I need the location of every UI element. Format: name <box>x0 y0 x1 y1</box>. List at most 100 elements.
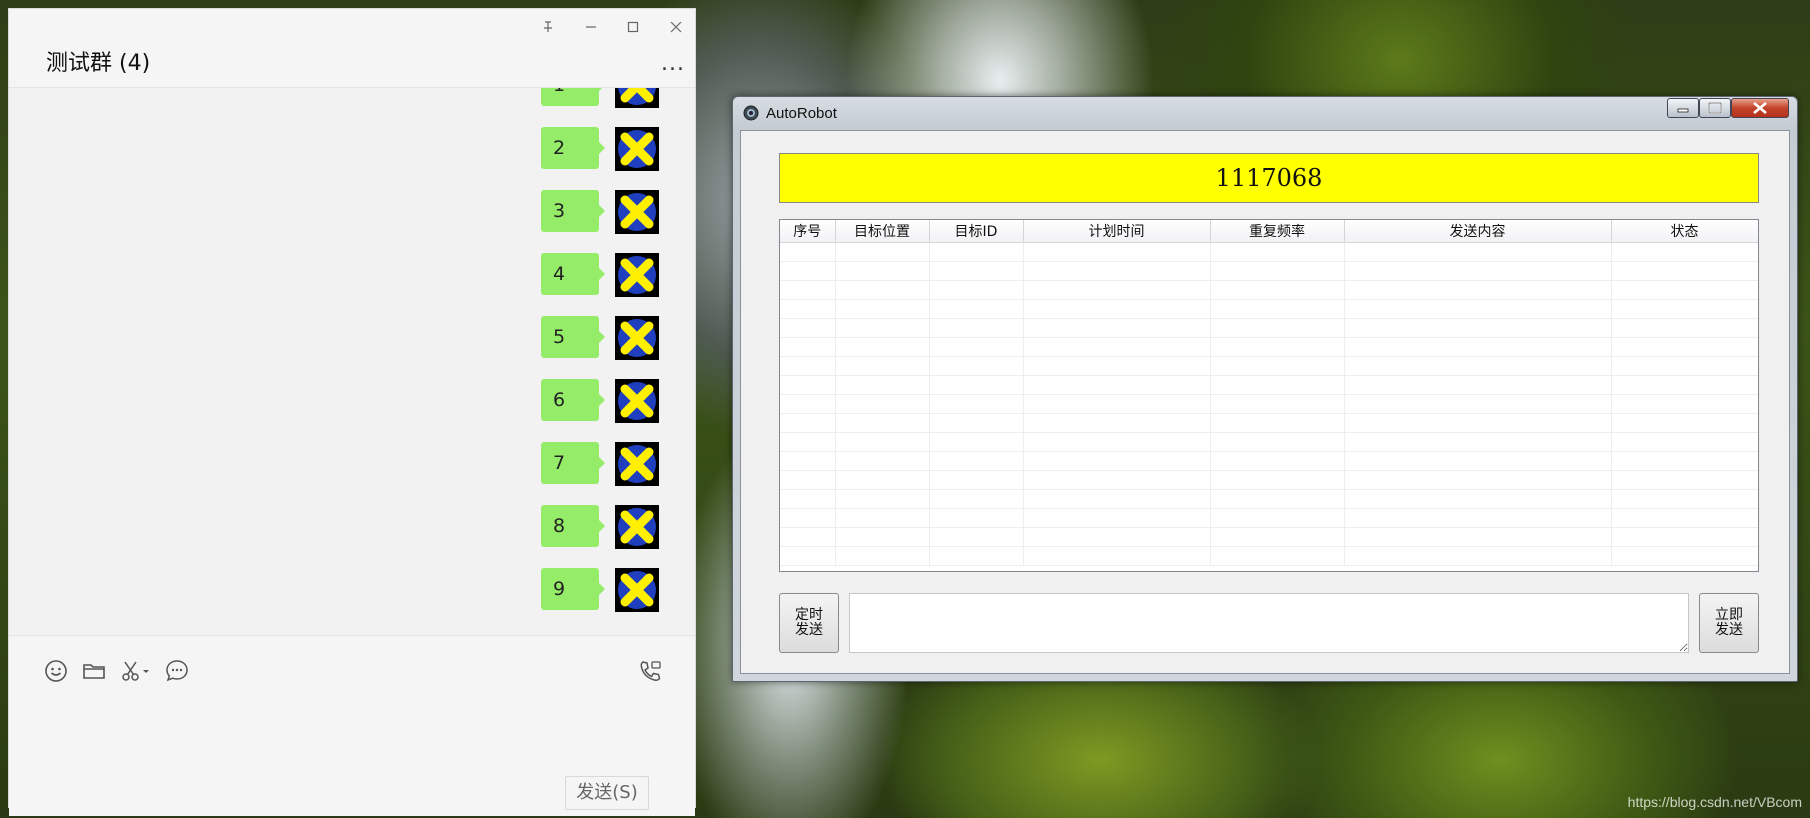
table-cell[interactable] <box>1210 318 1345 338</box>
table-cell[interactable] <box>835 451 930 471</box>
table-cell[interactable] <box>835 299 930 319</box>
task-table[interactable]: 序号 目标位置 目标ID 计划时间 重复频率 发送内容 状态 <box>779 219 1759 572</box>
table-cell[interactable] <box>835 375 930 395</box>
table-cell[interactable] <box>1344 299 1612 319</box>
table-cell[interactable] <box>1023 242 1211 262</box>
table-cell[interactable] <box>1023 413 1211 433</box>
table-cell[interactable] <box>1344 261 1612 281</box>
table-cell[interactable] <box>1210 299 1345 319</box>
table-cell[interactable] <box>780 337 836 357</box>
maximize-button[interactable] <box>1699 98 1731 118</box>
table-cell[interactable] <box>1344 451 1612 471</box>
table-cell[interactable] <box>929 299 1024 319</box>
table-cell[interactable] <box>1344 508 1612 528</box>
table-cell[interactable] <box>1210 527 1345 547</box>
table-cell[interactable] <box>835 280 930 300</box>
table-row[interactable] <box>780 356 1758 376</box>
table-row[interactable] <box>780 470 1758 490</box>
table-cell[interactable] <box>780 527 836 547</box>
avatar-icon[interactable] <box>615 316 659 360</box>
folder-icon[interactable] <box>81 658 107 684</box>
table-cell[interactable] <box>1611 413 1758 433</box>
table-cell[interactable] <box>780 508 836 528</box>
table-cell[interactable] <box>1344 356 1612 376</box>
timed-send-button[interactable]: 定时 发送 <box>779 593 839 653</box>
table-cell[interactable] <box>780 546 836 566</box>
table-cell[interactable] <box>835 470 930 490</box>
table-cell[interactable] <box>1210 470 1345 490</box>
avatar-icon[interactable] <box>615 442 659 486</box>
message-bubble[interactable]: 9 <box>541 568 605 610</box>
table-cell[interactable] <box>1023 451 1211 471</box>
table-cell[interactable] <box>835 413 930 433</box>
table-cell[interactable] <box>1611 242 1758 262</box>
column-header-send-content[interactable]: 发送内容 <box>1344 220 1612 243</box>
table-row[interactable] <box>780 337 1758 357</box>
table-cell[interactable] <box>1611 356 1758 376</box>
table-row[interactable] <box>780 508 1758 528</box>
table-cell[interactable] <box>780 375 836 395</box>
call-icon[interactable] <box>637 658 663 684</box>
table-cell[interactable] <box>1023 356 1211 376</box>
table-cell[interactable] <box>1023 546 1211 566</box>
table-cell[interactable] <box>929 489 1024 509</box>
table-cell[interactable] <box>1023 489 1211 509</box>
table-cell[interactable] <box>1611 489 1758 509</box>
table-cell[interactable] <box>1344 318 1612 338</box>
more-options-icon[interactable]: ... <box>661 51 685 76</box>
table-cell[interactable] <box>1023 318 1211 338</box>
table-cell[interactable] <box>1611 261 1758 281</box>
table-row[interactable] <box>780 394 1758 414</box>
table-row[interactable] <box>780 299 1758 319</box>
table-cell[interactable] <box>1344 413 1612 433</box>
minimize-button[interactable] <box>1667 98 1699 118</box>
message-bubble[interactable]: 8 <box>541 505 605 547</box>
table-cell[interactable] <box>1023 299 1211 319</box>
table-cell[interactable] <box>835 261 930 281</box>
table-cell[interactable] <box>835 432 930 452</box>
message-bubble[interactable]: 5 <box>541 316 605 358</box>
table-cell[interactable] <box>780 280 836 300</box>
table-cell[interactable] <box>780 470 836 490</box>
avatar-icon[interactable] <box>615 379 659 423</box>
avatar-icon[interactable] <box>615 127 659 171</box>
table-cell[interactable] <box>835 318 930 338</box>
table-cell[interactable] <box>1210 261 1345 281</box>
table-cell[interactable] <box>780 432 836 452</box>
table-cell[interactable] <box>1344 527 1612 547</box>
table-cell[interactable] <box>929 356 1024 376</box>
table-cell[interactable] <box>1210 508 1345 528</box>
table-row[interactable] <box>780 375 1758 395</box>
column-header-scheduled-time[interactable]: 计划时间 <box>1023 220 1211 243</box>
table-cell[interactable] <box>835 527 930 547</box>
table-cell[interactable] <box>780 413 836 433</box>
table-cell[interactable] <box>1611 470 1758 490</box>
table-cell[interactable] <box>1344 242 1612 262</box>
table-row[interactable] <box>780 318 1758 338</box>
table-cell[interactable] <box>1023 527 1211 547</box>
table-cell[interactable] <box>1210 413 1345 433</box>
table-cell[interactable] <box>1023 508 1211 528</box>
table-cell[interactable] <box>929 432 1024 452</box>
send-button[interactable]: 发送(S) <box>565 776 649 810</box>
table-row[interactable] <box>780 280 1758 300</box>
table-cell[interactable] <box>1210 242 1345 262</box>
table-cell[interactable] <box>780 318 836 338</box>
table-cell[interactable] <box>929 394 1024 414</box>
table-cell[interactable] <box>835 242 930 262</box>
table-cell[interactable] <box>1611 375 1758 395</box>
close-button[interactable] <box>1731 98 1789 118</box>
column-header-index[interactable]: 序号 <box>780 220 836 243</box>
table-cell[interactable] <box>929 451 1024 471</box>
message-bubble[interactable]: 7 <box>541 442 605 484</box>
table-cell[interactable] <box>929 375 1024 395</box>
table-cell[interactable] <box>929 242 1024 262</box>
table-cell[interactable] <box>1344 394 1612 414</box>
message-bubble[interactable]: 1 <box>541 88 605 106</box>
table-row[interactable] <box>780 546 1758 566</box>
table-cell[interactable] <box>1611 546 1758 566</box>
table-cell[interactable] <box>1344 280 1612 300</box>
screenshot-icon[interactable] <box>119 658 153 684</box>
table-cell[interactable] <box>780 356 836 376</box>
table-cell[interactable] <box>1210 280 1345 300</box>
